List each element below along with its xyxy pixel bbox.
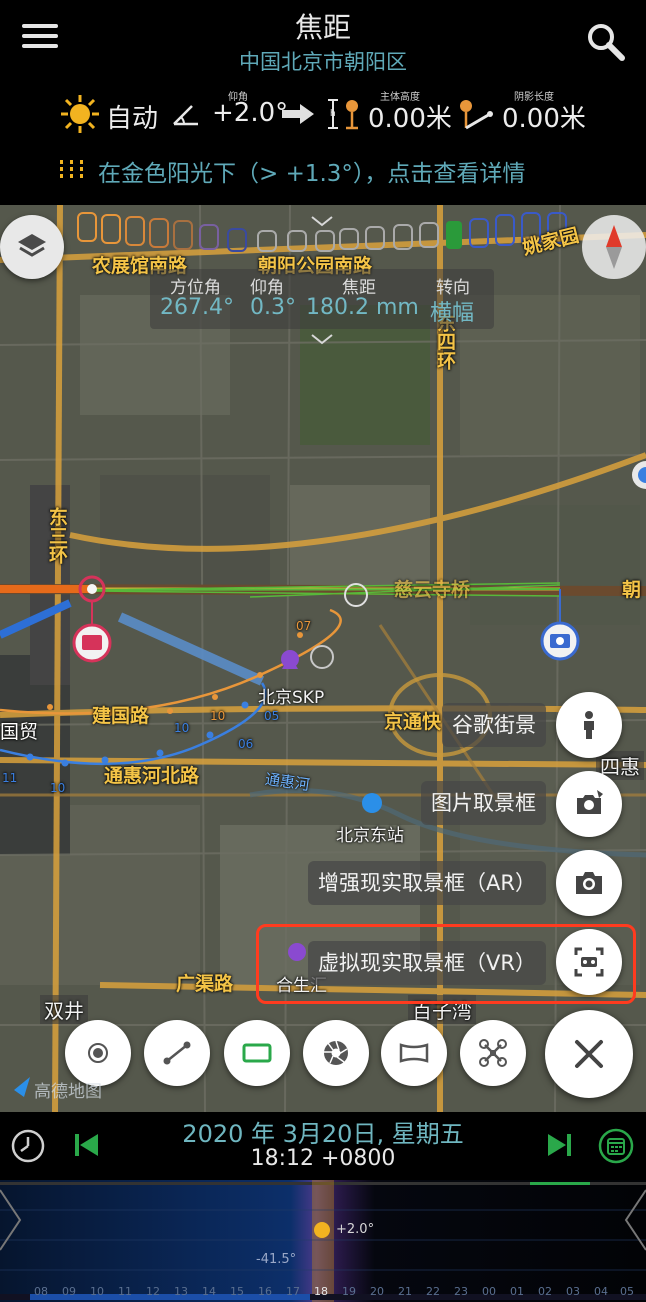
tool-drone-button[interactable] (460, 1020, 526, 1086)
hour-tick: 14 (202, 1285, 216, 1298)
arc-number: 05 (264, 709, 280, 723)
target-dot-icon (88, 1043, 108, 1063)
tool-aperture-button[interactable] (303, 1020, 369, 1086)
compass-button[interactable] (582, 215, 646, 279)
hour-tick: 21 (398, 1285, 412, 1298)
sun-timeline[interactable]: +2.0° -41.5° 08 09 10 11 12 13 14 15 16 … (0, 1180, 646, 1302)
sun-icon[interactable] (60, 94, 100, 134)
street-view-button[interactable] (556, 692, 622, 758)
poi-beijing-skp[interactable]: 北京SKP (258, 683, 324, 708)
altitude-value: 0.3° (250, 295, 296, 320)
satellite-map[interactable]: 农展馆南路 朝阳公园南路 姚家园 东四环 东三环 慈云寺桥 朝 建国路 国贸 通… (0, 205, 646, 1112)
page-title: 焦距 (294, 11, 351, 44)
shadow-length-value[interactable]: 0.00米 (502, 98, 586, 135)
road-label-jingtong: 京通快 (384, 711, 442, 733)
road-label-jianguo: 建国路 (92, 705, 150, 727)
shot-readout[interactable]: 方位角 267.4° 仰角 0.3° 焦距 180.2 mm 转向 横幅 (150, 269, 494, 329)
layers-button[interactable] (0, 215, 64, 279)
hour-tick: 03 (566, 1285, 580, 1298)
info-row: 自动 仰角 +2.0° h 主体高度 0.00米 阴影长度 0.00米 (0, 88, 646, 138)
close-menu-button[interactable] (545, 1010, 633, 1098)
hour-tick: 09 (62, 1285, 76, 1298)
elevation-value[interactable]: +2.0° (212, 98, 288, 128)
mode-label[interactable]: 自动 (106, 98, 158, 135)
shadow-length-icon (460, 100, 493, 130)
ar-viewfinder-label[interactable]: 增强现实取景框（AR） (308, 861, 546, 905)
amap-watermark: 高德地图 (34, 1082, 102, 1102)
poi-beijing-east-station[interactable]: 北京东站 (336, 821, 404, 846)
search-icon[interactable] (584, 20, 628, 64)
top-header: 焦距 中国北京市朝阳区 自动 仰角 +2.0° h 主体高度 0.00米 阴影长… (0, 0, 646, 205)
tool-frame-button[interactable] (224, 1020, 290, 1086)
hour-tick: 05 (620, 1285, 634, 1298)
time-bar: 2020 年 3月20日, 星期五 18:12 +0800 +2.0° -41.… (0, 1112, 646, 1302)
aperture-icon (324, 1040, 348, 1065)
hour-tick: 23 (454, 1285, 468, 1298)
arrow-right-icon (282, 104, 314, 124)
hour-tick: 20 (370, 1285, 384, 1298)
arc-number: 07 (296, 619, 312, 633)
hour-tick: 19 (342, 1285, 356, 1298)
svg-text:h: h (330, 109, 336, 119)
hour-tick: 18 (314, 1285, 328, 1298)
arc-number: 10 (210, 709, 226, 723)
moon-elevation-label: -41.5° (256, 1252, 297, 1267)
image-viewfinder-button[interactable] (556, 771, 622, 837)
person-icon (584, 711, 594, 739)
golden-rays-icon (60, 160, 83, 178)
next-day-icon[interactable] (544, 1130, 574, 1160)
hour-tick: 13 (174, 1285, 188, 1298)
hour-tick: 00 (482, 1285, 496, 1298)
location-label[interactable]: 中国北京市朝阳区 (0, 46, 646, 76)
golden-hour-text[interactable]: 在金色阳光下（> +1.3°），点击查看详情 (98, 154, 525, 188)
arc-number: 10 (174, 721, 190, 735)
layers-icon (18, 234, 46, 257)
hour-tick: 04 (594, 1285, 608, 1298)
orientation-value: 横幅 (430, 301, 475, 326)
image-viewfinder-label[interactable]: 图片取景框 (421, 781, 546, 825)
subject-height-value[interactable]: 0.00米 (368, 98, 452, 135)
close-icon (575, 1040, 603, 1068)
timeline-graphic (0, 1180, 646, 1302)
rectangle-frame-icon (242, 1043, 272, 1063)
sun-elevation-label: +2.0° (336, 1222, 375, 1237)
road-label-tonghui-north: 通惠河北路 (104, 765, 200, 787)
tool-panorama-button[interactable] (381, 1020, 447, 1086)
hour-tick: 12 (146, 1285, 160, 1298)
tool-line-button[interactable] (144, 1020, 210, 1086)
image-camera-icon (577, 790, 603, 814)
camera-icon (576, 872, 602, 894)
arc-number: 10 (50, 781, 66, 795)
hour-tick: 17 (286, 1285, 300, 1298)
ar-viewfinder-button[interactable] (556, 850, 622, 916)
panorama-icon (399, 1043, 429, 1063)
focal-value: 180.2 mm (306, 295, 419, 320)
street-view-label[interactable]: 谷歌街景 (442, 703, 546, 747)
golden-hour-banner[interactable]: 在金色阳光下（> +1.3°），点击查看详情 (0, 152, 646, 188)
road-label-cihui: 慈云寺桥 (394, 579, 471, 601)
calendar-icon[interactable] (598, 1128, 634, 1164)
azimuth-value: 267.4° (160, 295, 234, 320)
hour-tick: 01 (510, 1285, 524, 1298)
hour-tick: 10 (90, 1285, 104, 1298)
hour-tick: 08 (34, 1285, 48, 1298)
hour-tick: 16 (258, 1285, 272, 1298)
compass-icon (606, 225, 622, 269)
hour-tick: 22 (426, 1285, 440, 1298)
road-label-east3ring: 东三环 (46, 507, 68, 564)
area-label-shuangjing: 双井 (40, 995, 88, 1024)
vr-highlight-box (256, 924, 636, 1004)
hour-tick: 15 (230, 1285, 244, 1298)
elevation-angle-icon (173, 105, 198, 126)
hour-tick: 11 (118, 1285, 132, 1298)
road-label-guomao: 国贸 (0, 721, 39, 743)
arc-number: 06 (238, 737, 254, 751)
arc-number: 11 (2, 771, 18, 785)
subject-height-icon: h (328, 99, 358, 130)
drone-icon (479, 1039, 507, 1067)
road-label-chao: 朝 (622, 579, 642, 601)
road-label-guangqu: 广渠路 (176, 973, 234, 995)
hour-tick: 02 (538, 1285, 552, 1298)
line-segment-icon (163, 1041, 191, 1065)
